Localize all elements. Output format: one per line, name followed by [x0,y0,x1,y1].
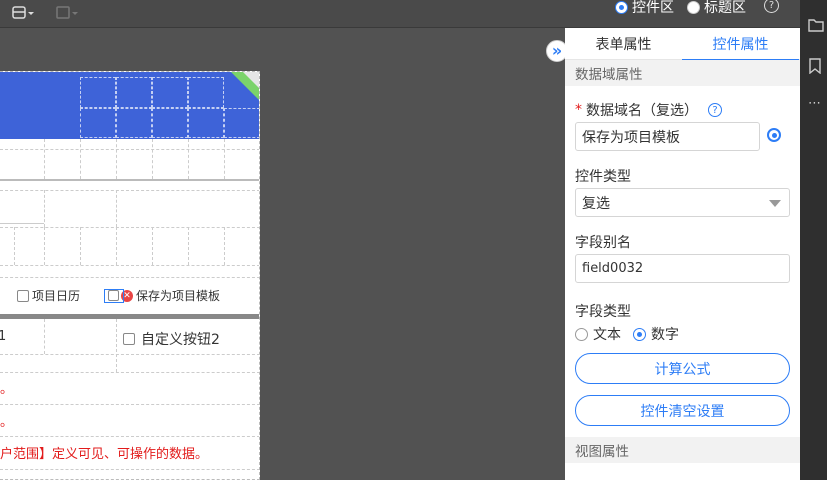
field-alias-input[interactable]: field0032 [575,254,790,283]
activity-bar: ⋯ [800,0,827,480]
bookmark-icon[interactable] [808,58,822,78]
red-note-2: 。 [0,415,14,430]
checkbox-project-calendar[interactable]: 项目日历 [17,287,80,304]
red-note-1: 。 [0,382,14,397]
red-note-3: 户范围】定义可见、可操作的数据。 [0,447,209,462]
radio-number-label: 数字 [651,327,679,343]
radio-text[interactable]: 文本 [575,324,621,344]
format-dropdown-icon[interactable] [56,3,78,23]
checkbox-custom-button-2-label: 自定义按钮2 [141,332,220,348]
control-type-label: 控件类型 [575,169,631,185]
radio-number[interactable]: 数字 [633,324,679,344]
tab-form-properties[interactable]: 表单属性 [565,28,682,60]
clear-settings-button[interactable]: 控件清空设置 [575,395,790,426]
checkbox-project-calendar-label: 项目日历 [32,289,81,303]
panel-tabs: 表单属性 控件属性 [565,28,800,61]
control-type-value: 复选 [582,195,610,212]
checkbox-save-template[interactable]: ✕ 保存为项目模板 [104,287,220,304]
calc-formula-button[interactable]: 计算公式 [575,353,790,384]
field-type-label: 字段类型 [575,304,631,320]
radio-title-area[interactable]: 标题区 [687,0,746,16]
field-type-radio-group: 文本 数字 [575,324,679,344]
checkbox-custom-button-2[interactable]: 自定义按钮2 [123,329,220,349]
radio-text-label: 文本 [593,327,621,343]
checkbox-icon [123,333,135,345]
help-icon[interactable]: ? [764,0,779,13]
custom-button-1-label: 1 [0,329,6,344]
property-panel: 表单属性 控件属性 数据域属性 * 数据域名（复选） ? 保存为项目模板 控件类… [565,28,800,480]
top-toolbar: 控件区 标题区 ? [0,0,800,28]
required-mark: * [575,102,582,118]
section-view: 视图属性 [565,437,800,463]
section-data-domain: 数据域属性 [565,60,800,86]
radio-title-area-label: 标题区 [704,0,746,16]
radio-control-area-label: 控件区 [632,0,674,16]
chevron-down-icon [769,200,781,207]
radio-control-area[interactable]: 控件区 [615,0,674,16]
radio-on-icon [615,0,628,14]
selected-checkbox-frame [104,288,124,303]
help-icon[interactable]: ? [708,103,722,117]
data-domain-label: 数据域名（复选） [586,103,698,119]
radio-off-icon [687,0,700,14]
radio-on-icon [633,327,646,341]
data-domain-input[interactable]: 保存为项目模板 [575,122,760,151]
folder-icon[interactable] [808,18,824,36]
control-type-select[interactable]: 复选 [575,188,790,217]
data-domain-label-row: * 数据域名（复选） ? [575,100,722,120]
form-header-block [0,72,259,139]
layout-dropdown-icon[interactable] [12,3,34,23]
checkbox-save-template-label: 保存为项目模板 [136,289,221,303]
radio-off-icon [575,327,588,341]
locate-icon[interactable] [767,128,781,142]
checkbox-icon [17,289,29,302]
more-icon[interactable]: ⋯ [808,96,822,111]
field-alias-label: 字段别名 [575,235,631,251]
form-canvas: 项目日历 ✕ 保存为项目模板 1 自定义按钮2 。 。 户范围】定义可见、可操作… [0,71,260,480]
tab-control-properties[interactable]: 控件属性 [682,28,799,61]
